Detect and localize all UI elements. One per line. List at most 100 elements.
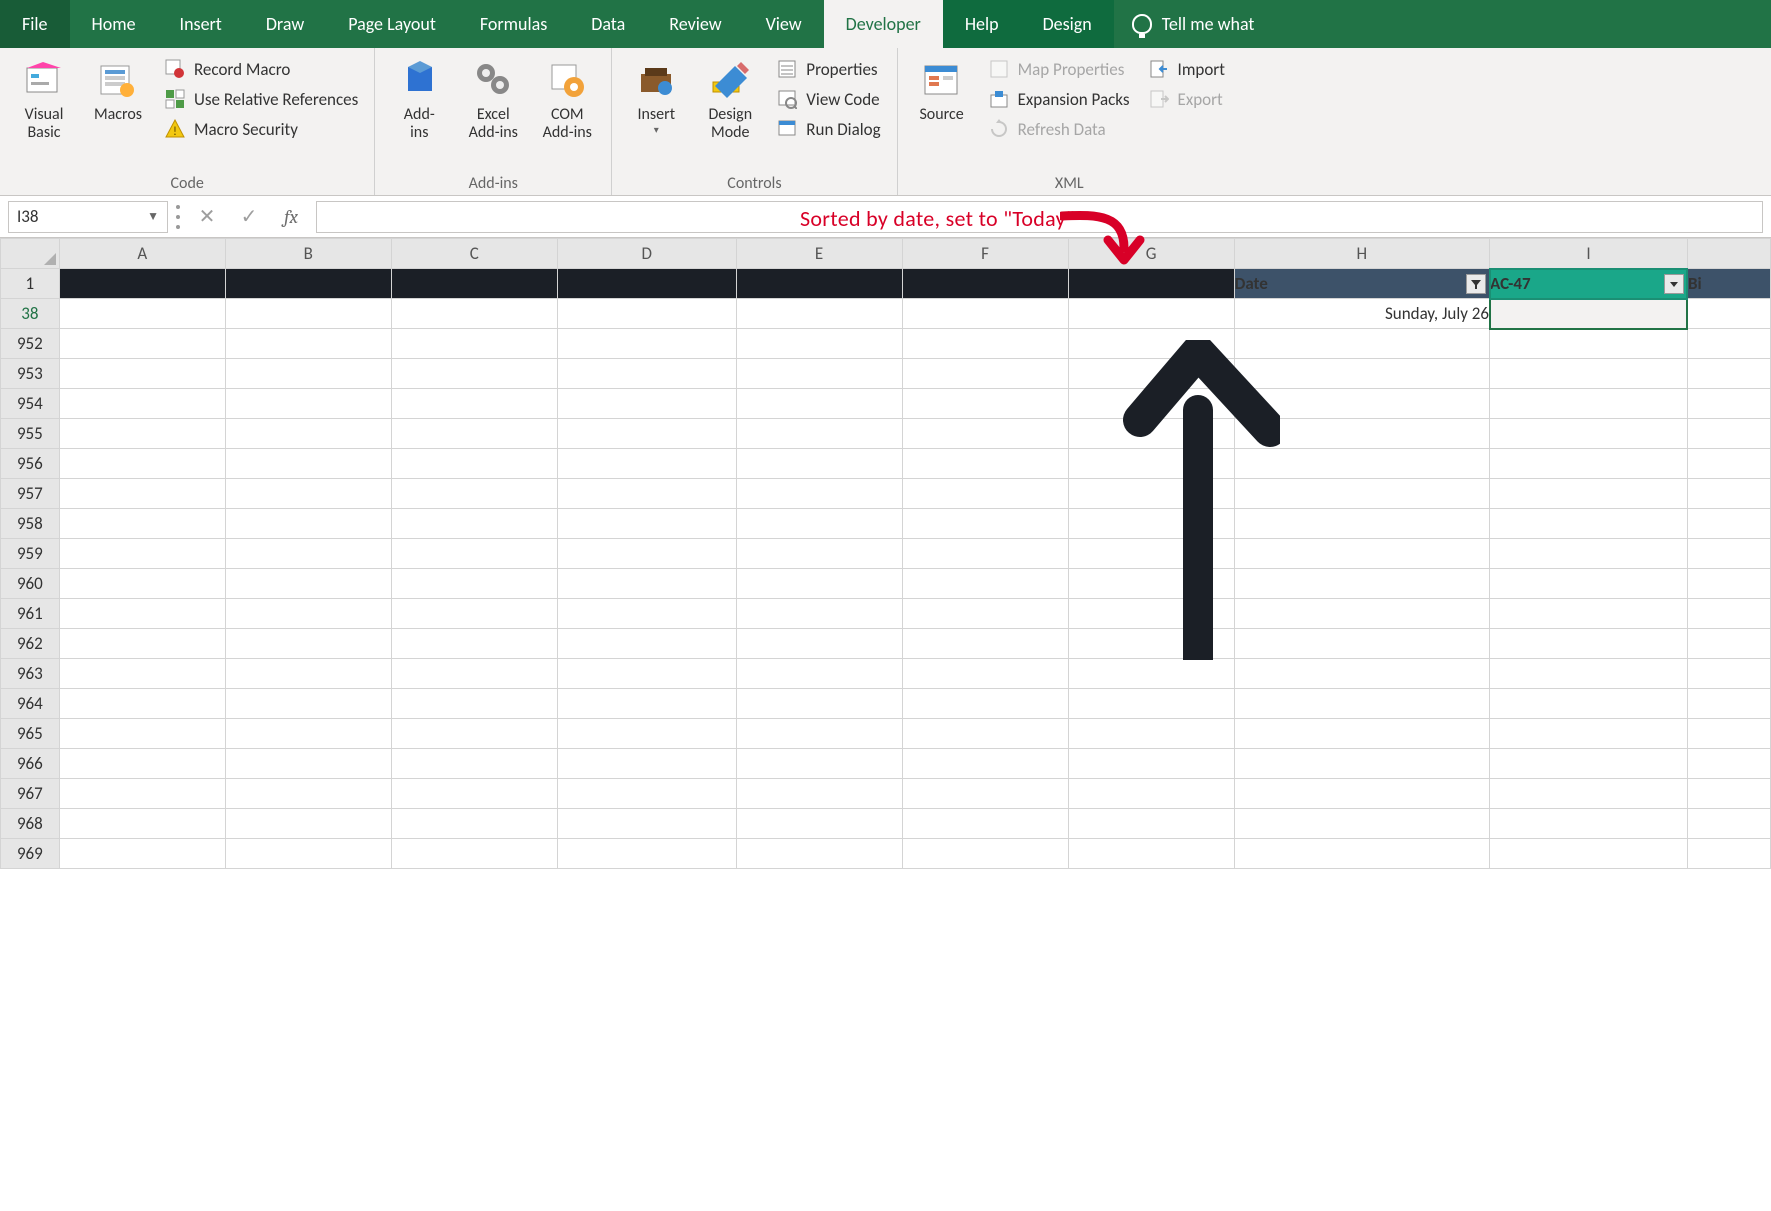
name-box-dropdown-icon[interactable]: ▼ <box>147 209 159 224</box>
cell-I954[interactable] <box>1490 389 1688 419</box>
cell-B952[interactable] <box>225 329 391 359</box>
row-header-952[interactable]: 952 <box>1 329 60 359</box>
tab-view[interactable]: View <box>744 0 824 48</box>
cell-I958[interactable] <box>1490 509 1688 539</box>
cell-A38[interactable] <box>59 299 225 329</box>
cell-A969[interactable] <box>59 839 225 869</box>
cell-E967[interactable] <box>736 779 902 809</box>
cell-A968[interactable] <box>59 809 225 839</box>
cell-J968[interactable] <box>1687 809 1770 839</box>
cell-C966[interactable] <box>391 749 557 779</box>
cell-F960[interactable] <box>902 569 1068 599</box>
cell-B954[interactable] <box>225 389 391 419</box>
cell-B962[interactable] <box>225 629 391 659</box>
tab-insert[interactable]: Insert <box>158 0 244 48</box>
table-header-next[interactable]: Bi <box>1687 269 1770 299</box>
view-code-button[interactable]: View Code <box>770 84 886 114</box>
tab-draw[interactable]: Draw <box>244 0 326 48</box>
cell-J960[interactable] <box>1687 569 1770 599</box>
filter-button-date[interactable] <box>1466 274 1486 294</box>
cell-I38[interactable] <box>1490 299 1688 329</box>
cell-H968[interactable] <box>1234 809 1489 839</box>
cell-D954[interactable] <box>557 389 736 419</box>
export-button[interactable]: Export <box>1142 84 1231 114</box>
cell-F38[interactable] <box>902 299 1068 329</box>
row-header-38[interactable]: 38 <box>1 299 60 329</box>
cell-J962[interactable] <box>1687 629 1770 659</box>
cell-E38[interactable] <box>736 299 902 329</box>
cell-B956[interactable] <box>225 449 391 479</box>
cell-F964[interactable] <box>902 689 1068 719</box>
cell-C962[interactable] <box>391 629 557 659</box>
cell-C963[interactable] <box>391 659 557 689</box>
row-header-966[interactable]: 966 <box>1 749 60 779</box>
cell-F968[interactable] <box>902 809 1068 839</box>
cell-C961[interactable] <box>391 599 557 629</box>
cell-J953[interactable] <box>1687 359 1770 389</box>
cell-F957[interactable] <box>902 479 1068 509</box>
cell-E1[interactable] <box>736 269 902 299</box>
cell-F965[interactable] <box>902 719 1068 749</box>
cell-D956[interactable] <box>557 449 736 479</box>
column-header-C[interactable]: C <box>391 239 557 269</box>
cell-C960[interactable] <box>391 569 557 599</box>
cell-A961[interactable] <box>59 599 225 629</box>
macro-security-button[interactable]: ! Macro Security <box>158 114 364 144</box>
tab-review[interactable]: Review <box>647 0 743 48</box>
macros-button[interactable]: Macros <box>84 54 152 128</box>
cell-D969[interactable] <box>557 839 736 869</box>
cell-E952[interactable] <box>736 329 902 359</box>
select-all-corner[interactable] <box>1 239 60 269</box>
cell-A952[interactable] <box>59 329 225 359</box>
row-header-963[interactable]: 963 <box>1 659 60 689</box>
cell-H969[interactable] <box>1234 839 1489 869</box>
column-header-F[interactable]: F <box>902 239 1068 269</box>
cell-I956[interactable] <box>1490 449 1688 479</box>
table-header-date[interactable]: Date <box>1234 269 1489 299</box>
row-header-959[interactable]: 959 <box>1 539 60 569</box>
cell-F952[interactable] <box>902 329 1068 359</box>
cell-I967[interactable] <box>1490 779 1688 809</box>
column-header-B[interactable]: B <box>225 239 391 269</box>
cell-F954[interactable] <box>902 389 1068 419</box>
cell-H967[interactable] <box>1234 779 1489 809</box>
cell-C953[interactable] <box>391 359 557 389</box>
cell-D957[interactable] <box>557 479 736 509</box>
cell-J963[interactable] <box>1687 659 1770 689</box>
cell-J967[interactable] <box>1687 779 1770 809</box>
cell-I952[interactable] <box>1490 329 1688 359</box>
cell-I968[interactable] <box>1490 809 1688 839</box>
cell-A957[interactable] <box>59 479 225 509</box>
import-button[interactable]: Import <box>1142 54 1231 84</box>
cell-E962[interactable] <box>736 629 902 659</box>
cell-F958[interactable] <box>902 509 1068 539</box>
cell-F953[interactable] <box>902 359 1068 389</box>
cell-B955[interactable] <box>225 419 391 449</box>
cell-F966[interactable] <box>902 749 1068 779</box>
cell-C964[interactable] <box>391 689 557 719</box>
cell-D966[interactable] <box>557 749 736 779</box>
row-header-962[interactable]: 962 <box>1 629 60 659</box>
cell-E953[interactable] <box>736 359 902 389</box>
cell-F1[interactable] <box>902 269 1068 299</box>
cell-J966[interactable] <box>1687 749 1770 779</box>
tab-developer[interactable]: Developer <box>824 0 943 48</box>
cell-H964[interactable] <box>1234 689 1489 719</box>
cell-A1[interactable] <box>59 269 225 299</box>
cell-C968[interactable] <box>391 809 557 839</box>
cell-B969[interactable] <box>225 839 391 869</box>
cell-I966[interactable] <box>1490 749 1688 779</box>
map-properties-button[interactable]: Map Properties <box>982 54 1136 84</box>
cell-C957[interactable] <box>391 479 557 509</box>
cell-I959[interactable] <box>1490 539 1688 569</box>
row-header-960[interactable]: 960 <box>1 569 60 599</box>
row-header-961[interactable]: 961 <box>1 599 60 629</box>
cell-C38[interactable] <box>391 299 557 329</box>
cell-I963[interactable] <box>1490 659 1688 689</box>
cell-D968[interactable] <box>557 809 736 839</box>
cell-D961[interactable] <box>557 599 736 629</box>
cell-H963[interactable] <box>1234 659 1489 689</box>
cell-D962[interactable] <box>557 629 736 659</box>
cell-J959[interactable] <box>1687 539 1770 569</box>
cell-B958[interactable] <box>225 509 391 539</box>
